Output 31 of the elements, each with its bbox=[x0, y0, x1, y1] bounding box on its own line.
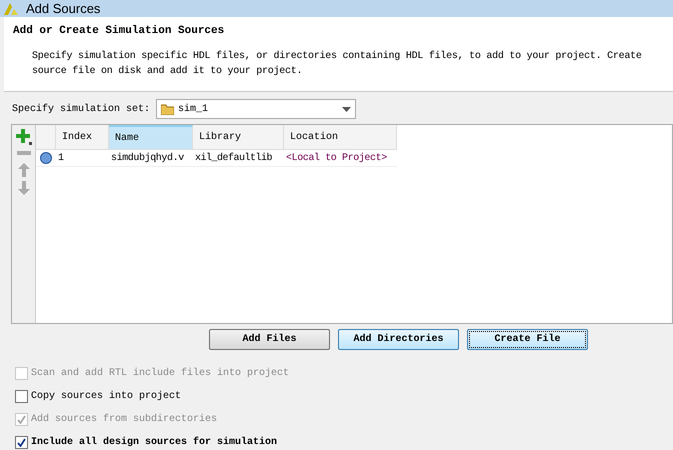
simulation-set-dropdown[interactable]: sim_1 bbox=[156, 99, 356, 119]
table-cell-text: xil_defaultlib bbox=[194, 152, 274, 166]
move-up-icon[interactable] bbox=[18, 163, 30, 177]
move-down-icon[interactable] bbox=[18, 181, 30, 195]
table-cell-text: 1 bbox=[57, 152, 66, 166]
logo-icon bbox=[4, 2, 18, 14]
option-checkbox[interactable]: Include all design sources for simulation bbox=[15, 434, 673, 450]
column-header[interactable]: Library bbox=[193, 125, 284, 149]
remove-icon[interactable] bbox=[16, 151, 30, 155]
window-title: Add Sources bbox=[26, 0, 100, 18]
column-header[interactable]: Location bbox=[284, 125, 397, 149]
table-cell-text: <Local to Project> bbox=[285, 152, 388, 166]
option-checkbox[interactable]: Copy sources into project bbox=[15, 388, 673, 404]
checkbox[interactable] bbox=[15, 436, 28, 448]
add-icon[interactable] bbox=[16, 129, 32, 145]
checkmark-icon bbox=[17, 438, 26, 446]
folder-icon bbox=[161, 104, 174, 114]
table-cell-text: simdubjqhyd.v bbox=[110, 152, 185, 166]
description-text: source file on disk and add it to your project. bbox=[32, 64, 304, 78]
action-button[interactable]: Add Directories bbox=[338, 329, 459, 350]
action-button[interactable]: Create File bbox=[467, 329, 588, 350]
dropdown-arrow-icon bbox=[342, 106, 352, 112]
action-button[interactable]: Add Files bbox=[209, 329, 330, 350]
column-header[interactable]: Name bbox=[109, 125, 193, 149]
simulation-set-label: Specify simulation set: bbox=[12, 102, 150, 116]
column-header[interactable]: Index bbox=[56, 125, 109, 149]
page-title: Add or Create Simulation Sources bbox=[12, 24, 226, 39]
checkmark-icon bbox=[17, 414, 26, 424]
file-icon bbox=[40, 152, 52, 164]
checkbox[interactable] bbox=[15, 390, 28, 402]
description-text: Specify simulation specific HDL files, or directories containing HDL files, to add to your project. Create bbox=[32, 50, 643, 64]
